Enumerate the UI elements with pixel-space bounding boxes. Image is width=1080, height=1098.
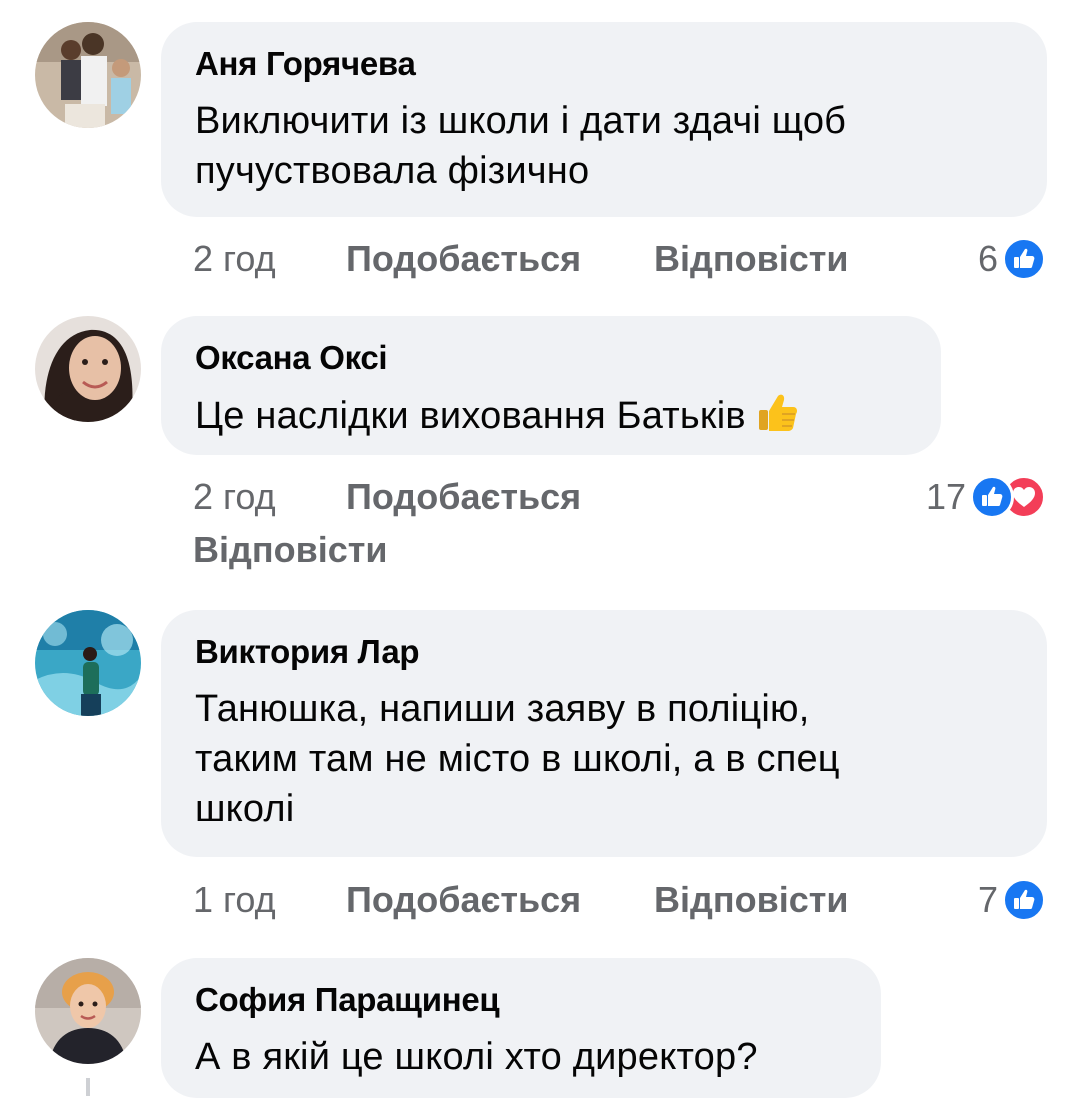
reaction-count: 17 — [925, 476, 966, 517]
reaction-count: 7 — [977, 879, 998, 920]
avatar[interactable] — [35, 316, 141, 422]
like-icon — [1002, 878, 1046, 922]
reply-button[interactable]: Відповісти — [654, 877, 849, 923]
comment-text-line: Виключити із школи і дати здачі щоб — [195, 100, 847, 142]
comment-text: Танюшка, напиши заяву в поліцію, таким т… — [195, 684, 1013, 834]
comment-bubble: Оксана Оксі Це наслідки виховання Батькі… — [161, 316, 941, 455]
comment-text-line: школі — [195, 788, 295, 830]
like-icon — [1002, 237, 1046, 281]
thumbs-up-emoji — [756, 390, 800, 447]
comment-text-line: таким там не місто в школі, а в спец — [195, 738, 840, 780]
reply-button[interactable]: Відповісти — [654, 236, 849, 282]
like-icon — [970, 475, 1014, 519]
reaction-summary[interactable]: 17 — [926, 474, 1046, 520]
comment-text: А в якій це школі хто директор? — [195, 1032, 847, 1082]
reply-button[interactable]: Відповісти — [193, 527, 388, 573]
comment-text: Це наслідки виховання Батьків — [195, 390, 907, 447]
avatar[interactable] — [35, 22, 141, 128]
reply-thread-line — [86, 1078, 90, 1096]
comment-text-line: Танюшка, напиши заяву в поліцію, — [195, 688, 810, 730]
comment-bubble: София Паращинец А в якій це школі хто ди… — [161, 958, 881, 1098]
like-button[interactable]: Подобається — [346, 236, 581, 282]
like-button[interactable]: Подобається — [346, 474, 581, 520]
comment-text-line: Це наслідки виховання Батьків — [195, 390, 907, 447]
comment-author[interactable]: Виктория Лар — [195, 630, 1013, 674]
comment-author[interactable]: София Паращинец — [195, 978, 847, 1022]
comment-text-content: Це наслідки виховання Батьків — [195, 395, 746, 437]
comment-author[interactable]: Аня Горячева — [195, 42, 1013, 86]
comment-timestamp[interactable]: 2 год — [193, 236, 276, 282]
comment-timestamp[interactable]: 2 год — [193, 474, 276, 520]
comment-author[interactable]: Оксана Оксі — [195, 336, 907, 380]
comment-timestamp[interactable]: 1 год — [193, 877, 276, 923]
avatar[interactable] — [35, 610, 141, 716]
comment-text-line: пучуствовала фізично — [195, 150, 590, 192]
like-button[interactable]: Подобається — [346, 877, 581, 923]
comment-bubble: Аня Горячева Виключити із школи і дати з… — [161, 22, 1047, 217]
comment-text-line: А в якій це школі хто директор? — [195, 1036, 758, 1078]
avatar[interactable] — [35, 958, 141, 1064]
comment-text: Виключити із школи і дати здачі щоб пучу… — [195, 96, 1013, 196]
reaction-summary[interactable]: 7 — [978, 877, 1046, 923]
reaction-count: 6 — [977, 238, 998, 279]
comment-bubble: Виктория Лар Танюшка, напиши заяву в пол… — [161, 610, 1047, 857]
reaction-summary[interactable]: 6 — [978, 236, 1046, 282]
